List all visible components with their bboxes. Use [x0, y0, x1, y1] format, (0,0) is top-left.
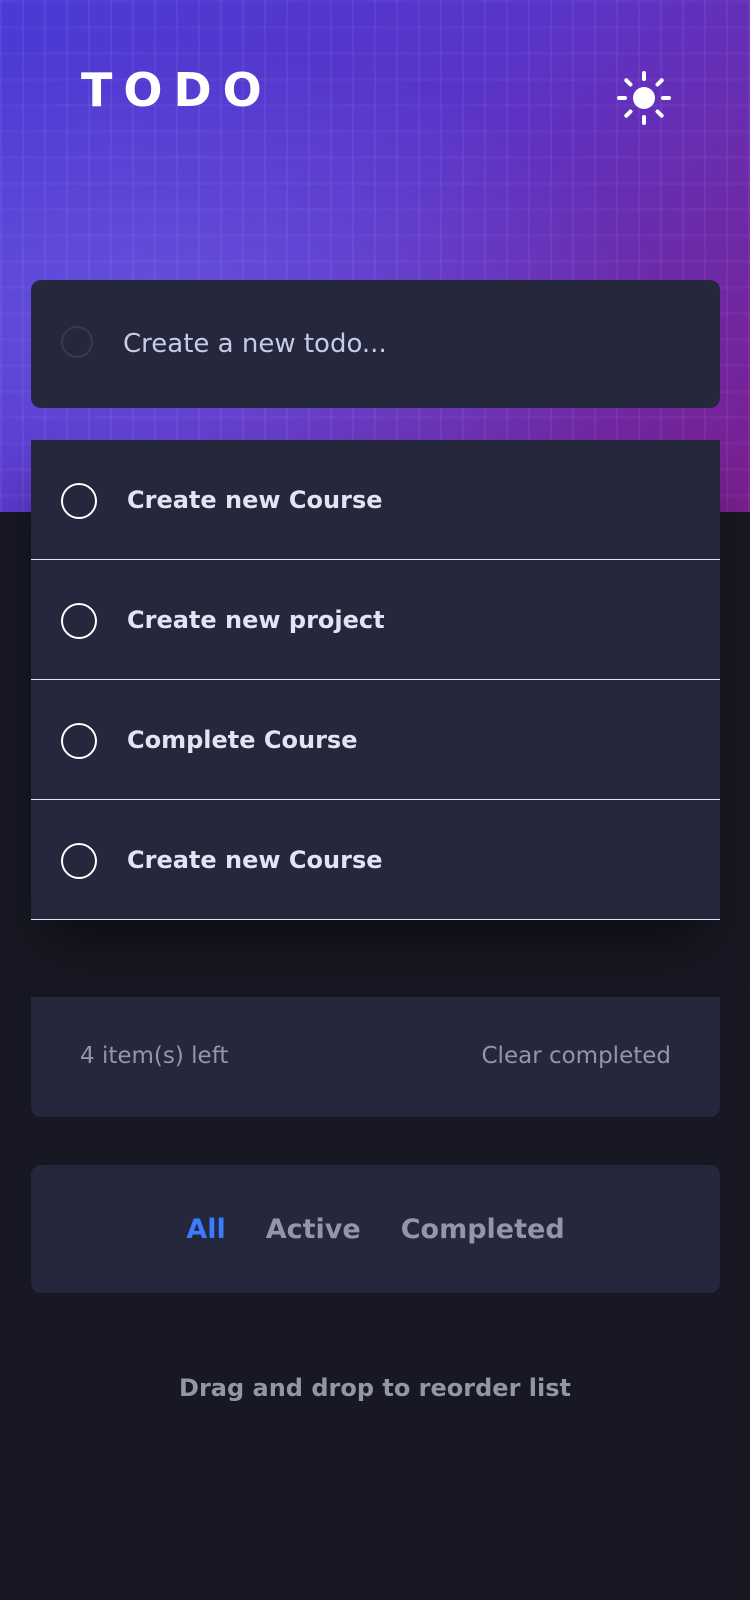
todo-checkbox[interactable]	[61, 603, 97, 639]
items-left-count: 4 item(s) left	[80, 1043, 229, 1069]
new-todo-card	[31, 280, 720, 408]
todo-label: Complete Course	[127, 726, 358, 754]
todo-item[interactable]: Create new Course	[31, 440, 720, 560]
todo-item[interactable]: Create new Course	[31, 800, 720, 920]
theme-toggle-button[interactable]	[616, 70, 672, 126]
todo-label: Create new Course	[127, 846, 383, 874]
clear-completed-button[interactable]: Clear completed	[482, 1039, 672, 1073]
new-todo-checkbox[interactable]	[61, 326, 93, 358]
app-title: TODO	[81, 63, 273, 117]
filter-bar: All Active Completed	[31, 1165, 720, 1293]
new-todo-input[interactable]	[123, 314, 683, 374]
todo-label: Create new project	[127, 606, 385, 634]
todo-item[interactable]: Create new project	[31, 560, 720, 680]
sun-icon	[617, 71, 671, 125]
filter-all[interactable]: All	[186, 1214, 225, 1245]
filter-completed[interactable]: Completed	[401, 1214, 565, 1245]
todo-checkbox[interactable]	[61, 483, 97, 519]
todo-item[interactable]: Complete Course	[31, 680, 720, 800]
todo-list: Create new Course Create new project Com…	[31, 440, 720, 920]
filter-active[interactable]: Active	[266, 1214, 361, 1245]
status-bar: 4 item(s) left Clear completed	[31, 997, 720, 1117]
reorder-hint: Drag and drop to reorder list	[179, 1374, 571, 1402]
todo-checkbox[interactable]	[61, 723, 97, 759]
todo-label: Create new Course	[127, 486, 383, 514]
todo-checkbox[interactable]	[61, 843, 97, 879]
